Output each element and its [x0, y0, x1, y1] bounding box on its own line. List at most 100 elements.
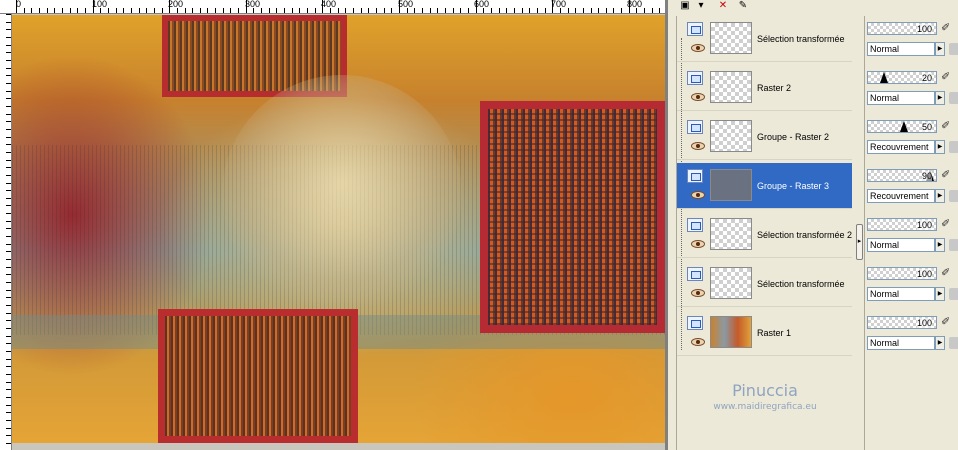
ruler-tick	[483, 8, 484, 13]
ruler-tick	[85, 8, 86, 13]
blend-dropdown-arrow-icon[interactable]: ▶	[935, 42, 945, 56]
blend-mode-select[interactable]: Normal	[867, 287, 935, 301]
edit-icon[interactable]: ✎	[734, 0, 752, 11]
canvas-image[interactable]	[12, 15, 665, 443]
layer-type-icon[interactable]	[687, 169, 703, 183]
ruler-tick	[636, 8, 637, 13]
edit-lock-icon[interactable]: ✐	[941, 317, 951, 329]
layer-row-selection-transformee-2[interactable]: Sélection transformée 2	[677, 212, 853, 258]
ruler-tick	[177, 8, 178, 13]
opacity-value: 20	[921, 73, 932, 83]
ruler-tick	[460, 8, 461, 13]
layer-type-icon[interactable]	[687, 71, 703, 85]
visibility-eye-icon[interactable]	[691, 44, 705, 52]
blend-dropdown-arrow-icon[interactable]: ▶	[935, 189, 945, 203]
edit-lock-icon[interactable]: ✐	[941, 121, 951, 133]
ruler-tick	[391, 8, 392, 13]
edit-lock-icon[interactable]: ✐	[941, 72, 951, 84]
blend-mode-select[interactable]: Recouvrement	[867, 140, 935, 154]
layer-name: Raster 2	[757, 83, 792, 93]
ruler-tick	[116, 8, 117, 13]
ruler-tick	[621, 8, 622, 13]
ruler-tick	[307, 8, 308, 13]
opacity-value: 50	[921, 122, 932, 132]
layer-thumbnail	[710, 316, 752, 348]
ruler-tick	[399, 0, 400, 13]
layer-thumbnail	[710, 22, 752, 54]
layer-row-groupe-raster-2[interactable]: Groupe - Raster 2	[677, 114, 853, 160]
link-icon[interactable]	[949, 92, 958, 104]
ruler-tick	[200, 8, 201, 13]
blend-mode-select[interactable]: Normal	[867, 336, 935, 350]
blend-mode-select[interactable]: Recouvrement	[867, 189, 935, 203]
ruler-tick	[652, 8, 653, 13]
ruler-tick	[315, 8, 316, 13]
layer-row-raster-2[interactable]: Raster 2	[677, 65, 853, 111]
layer-row-selection-transformee[interactable]: Sélection transformée	[677, 16, 853, 62]
layer-type-icon[interactable]	[687, 120, 703, 134]
opacity-slider[interactable]: 100	[867, 218, 937, 231]
ruler-tick	[583, 8, 584, 13]
opacity-slider[interactable]: 90	[867, 169, 937, 182]
watermark-title: Pinuccia	[732, 381, 798, 400]
paint-shop-window: 0 100 200 300 400 500 600 700 800 ▣ ▾ ✕ …	[0, 0, 958, 450]
layer-type-icon[interactable]	[687, 316, 703, 330]
blend-dropdown-arrow-icon[interactable]: ▶	[935, 140, 945, 154]
ruler-tick	[613, 8, 614, 13]
opacity-slider[interactable]: 100	[867, 316, 937, 329]
link-icon[interactable]	[949, 288, 958, 300]
edit-lock-icon[interactable]: ✐	[941, 170, 951, 182]
blend-dropdown-arrow-icon[interactable]: ▶	[935, 336, 945, 350]
ruler-tick	[453, 8, 454, 13]
blend-mode-select[interactable]: Normal	[867, 238, 935, 252]
blend-mode-select[interactable]: Normal	[867, 42, 935, 56]
edit-lock-icon[interactable]: ✐	[941, 219, 951, 231]
blend-dropdown-arrow-icon[interactable]: ▶	[935, 238, 945, 252]
link-icon[interactable]	[949, 239, 958, 251]
opacity-handle[interactable]	[900, 121, 908, 132]
visibility-eye-icon[interactable]	[691, 289, 705, 297]
blend-dropdown-arrow-icon[interactable]: ▶	[935, 287, 945, 301]
ruler-tick	[506, 8, 507, 13]
visibility-eye-icon[interactable]	[691, 93, 705, 101]
layer-type-icon[interactable]	[687, 267, 703, 281]
chevron-down-icon[interactable]: ▾	[692, 0, 710, 11]
ruler-tick	[108, 8, 109, 13]
layer-row-raster-1[interactable]: Raster 1	[677, 310, 853, 356]
layer-row-selection-transformee-b[interactable]: Sélection transformée	[677, 261, 853, 307]
link-icon[interactable]	[949, 141, 958, 153]
face-tube-image	[222, 75, 462, 315]
link-icon[interactable]	[949, 190, 958, 202]
forest-patch-bottom	[158, 309, 358, 443]
layer-type-icon[interactable]	[687, 218, 703, 232]
ruler-tick	[407, 8, 408, 13]
canvas-area: 0 100 200 300 400 500 600 700 800	[0, 0, 668, 450]
delete-layer-icon[interactable]: ✕	[714, 0, 732, 11]
opacity-slider[interactable]: 100	[867, 22, 937, 35]
blend-dropdown-arrow-icon[interactable]: ▶	[935, 91, 945, 105]
ruler-tick	[384, 8, 385, 13]
edit-lock-icon[interactable]: ✐	[941, 23, 951, 35]
opacity-slider[interactable]: 50	[867, 120, 937, 133]
visibility-eye-icon[interactable]	[691, 191, 705, 199]
ruler-tick	[522, 8, 523, 13]
ruler-tick	[476, 0, 477, 13]
edit-lock-icon[interactable]: ✐	[941, 268, 951, 280]
link-icon[interactable]	[949, 337, 958, 349]
canvas-scroll-edge[interactable]	[665, 0, 668, 450]
layer-properties-row: 50 ✐ Recouvrement ▶	[865, 114, 958, 163]
layer-properties-row: 100 ✐ Normal ▶	[865, 212, 958, 261]
opacity-handle[interactable]	[880, 72, 889, 83]
ruler-tick	[299, 8, 300, 13]
blend-mode-select[interactable]: Normal	[867, 91, 935, 105]
visibility-eye-icon[interactable]	[691, 240, 705, 248]
splitter-toggle-button[interactable]: ▸	[856, 224, 863, 260]
layer-type-icon[interactable]	[687, 22, 703, 36]
visibility-eye-icon[interactable]	[691, 142, 705, 150]
visibility-eye-icon[interactable]	[691, 338, 705, 346]
opacity-slider[interactable]: 100	[867, 267, 937, 280]
opacity-slider[interactable]: 20	[867, 71, 937, 84]
link-icon[interactable]	[949, 43, 958, 55]
layer-properties-row: 90 ✐ Recouvrement ▶	[865, 163, 958, 212]
layer-row-groupe-raster-3[interactable]: Groupe - Raster 3	[677, 163, 853, 209]
